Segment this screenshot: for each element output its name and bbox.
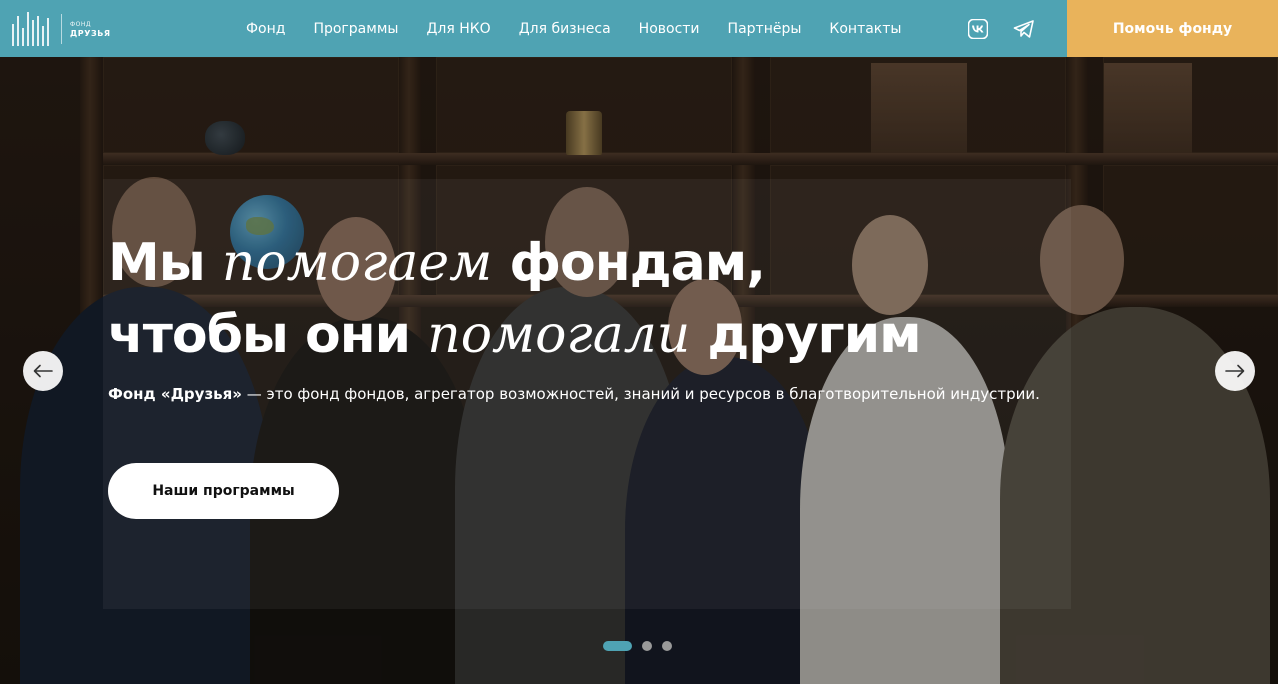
arrow-left-icon [33,364,53,378]
logo-small-text: ФОНД [70,21,92,28]
headline-text: Мы [108,233,222,293]
nav-item-for-nko[interactable]: Для НКО [426,21,490,37]
nav-item-fund[interactable]: Фонд [246,21,285,37]
slider-prev-button[interactable] [23,351,63,391]
headline-text: другим [690,305,921,365]
logo-mark [12,12,49,46]
site-header: ФОНД ДРУЗЬЯ Фонд Программы Для НКО Для б… [0,0,1278,57]
logo-big-text: ДРУЗЬЯ [70,29,111,38]
headline-text: фондам, [492,233,766,293]
nav-item-partners[interactable]: Партнёры [728,21,802,37]
logo[interactable]: ФОНД ДРУЗЬЯ [12,12,111,46]
slider-dot-2[interactable] [642,641,652,651]
hero-subtitle: Фонд «Друзья» — это фонд фондов, агрегат… [108,385,1040,403]
slider-next-button[interactable] [1215,351,1255,391]
telegram-icon[interactable] [1013,18,1035,40]
subtitle-text: — это фонд фондов, агрегатор возможносте… [241,385,1040,403]
nav-item-news[interactable]: Новости [639,21,700,37]
nav-item-contacts[interactable]: Контакты [829,21,901,37]
headline-line-2: чтобы они помогали другим [108,305,922,365]
hero-headline: Мы помогаем фондам, чтобы они помогали д… [108,227,922,371]
our-programs-button[interactable]: Наши программы [108,463,339,519]
subtitle-bold: Фонд «Друзья» [108,385,242,403]
headline-italic: помогали [427,305,691,365]
donate-button[interactable]: Помочь фонду [1067,0,1278,57]
headline-line-1: Мы помогаем фондам, [108,233,766,293]
vk-icon[interactable] [967,18,989,40]
arrow-right-icon [1225,364,1245,378]
logo-divider [61,14,62,44]
nav-item-programs[interactable]: Программы [313,21,398,37]
slider-pagination [603,641,672,651]
headline-italic: помогаем [221,233,493,293]
headline-text: чтобы они [108,305,428,365]
logo-text: ФОНД ДРУЗЬЯ [70,20,111,38]
nav-item-for-business[interactable]: Для бизнеса [519,21,611,37]
main-nav: Фонд Программы Для НКО Для бизнеса Новос… [232,0,915,57]
slider-dot-3[interactable] [662,641,672,651]
slider-dot-1[interactable] [603,641,632,651]
hero-slider: Мы помогаем фондам, чтобы они помогали д… [0,57,1278,684]
